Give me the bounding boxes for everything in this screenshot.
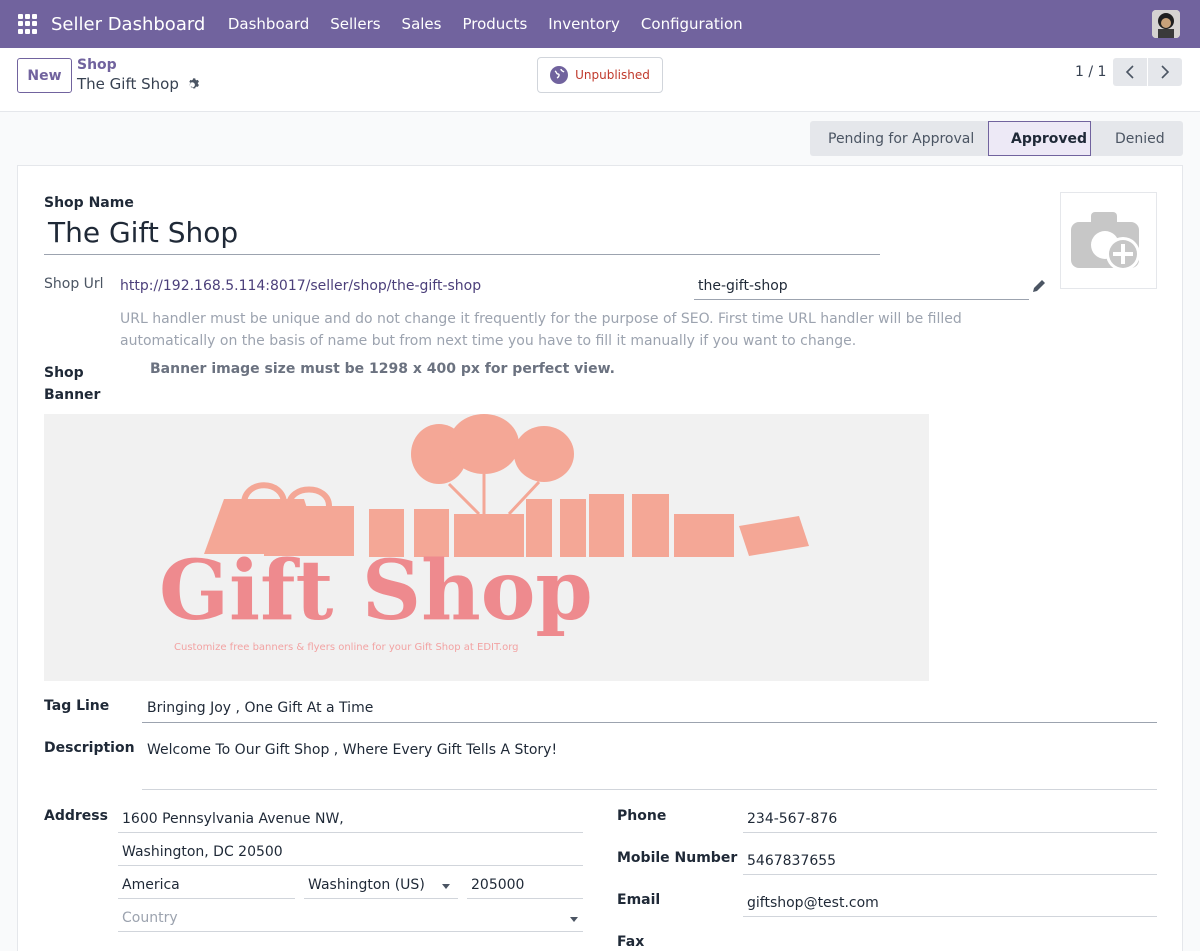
shop-banner-label: Shop Banner	[44, 365, 101, 403]
phone-label: Phone	[617, 808, 667, 824]
description-underline	[142, 789, 1157, 790]
tag-line-underline	[142, 722, 1157, 723]
zip-underline	[467, 898, 583, 899]
email-underline	[743, 916, 1157, 917]
app-title[interactable]: Seller Dashboard	[51, 14, 205, 35]
breadcrumb-parent[interactable]: Shop	[77, 57, 117, 73]
nav-products[interactable]: Products	[452, 15, 538, 33]
pencil-icon[interactable]	[1031, 278, 1047, 294]
city-input[interactable]: America	[122, 877, 180, 893]
shop-banner-image[interactable]: Gift Shop Customize free banners & flyer…	[44, 414, 929, 681]
description-label: Description	[44, 740, 135, 756]
state-dropdown-icon[interactable]	[442, 884, 450, 889]
shop-name-underline	[44, 254, 880, 255]
stage-denied[interactable]: Denied	[1091, 121, 1183, 156]
fax-label: Fax	[617, 934, 645, 950]
pager-next-button[interactable]	[1148, 58, 1182, 86]
street2-input[interactable]: Washington, DC 20500	[122, 844, 283, 860]
country-underline	[118, 931, 583, 932]
street-input[interactable]: 1600 Pennsylvania Avenue NW,	[122, 811, 344, 827]
address-label: Address	[44, 808, 108, 824]
shop-url-link[interactable]: http://192.168.5.114:8017/seller/shop/th…	[120, 278, 481, 294]
nav-sellers[interactable]: Sellers	[320, 15, 391, 33]
chevron-right-icon	[1161, 65, 1170, 79]
shop-name-label: Shop Name	[44, 195, 134, 211]
banner-caption: Customize free banners & flyers online f…	[174, 642, 519, 653]
zip-input[interactable]: 205000	[471, 877, 524, 893]
state-select[interactable]: Washington (US)	[308, 877, 425, 893]
publish-toggle-button[interactable]: Unpublished	[537, 57, 663, 93]
nav-sales[interactable]: Sales	[391, 15, 452, 33]
shop-name-input[interactable]: The Gift Shop	[48, 216, 238, 249]
shop-logo-upload[interactable]	[1060, 192, 1157, 289]
country-select[interactable]: Country	[122, 910, 178, 926]
publish-status-label: Unpublished	[575, 68, 650, 82]
banner-help-text: Banner image size must be 1298 x 400 px …	[150, 361, 615, 377]
breadcrumb-current-label: The Gift Shop	[77, 75, 179, 93]
city-underline	[118, 898, 295, 899]
stage-pending[interactable]: Pending for Approval	[810, 121, 988, 156]
apps-grid-icon[interactable]	[18, 14, 38, 34]
url-slug-underline	[694, 299, 1029, 300]
control-panel: New Shop The Gift Shop Unpublished 1 / 1	[0, 48, 1200, 112]
shop-url-label: Shop Url	[44, 276, 104, 292]
tag-line-label: Tag Line	[44, 698, 110, 714]
banner-title: Gift Shop	[159, 543, 593, 639]
street2-underline	[118, 865, 583, 866]
chevron-left-icon	[1125, 65, 1134, 79]
country-dropdown-icon[interactable]	[570, 917, 578, 922]
phone-underline	[743, 832, 1157, 833]
description-input[interactable]: Welcome To Our Gift Shop , Where Every G…	[147, 742, 557, 758]
mobile-input[interactable]: 5467837655	[747, 853, 836, 869]
tag-line-input[interactable]: Bringing Joy , One Gift At a Time	[147, 700, 373, 716]
pager-value[interactable]: 1 / 1	[1075, 64, 1106, 80]
mobile-underline	[743, 874, 1157, 875]
top-navbar: Seller Dashboard Dashboard Sellers Sales…	[0, 0, 1200, 48]
url-slug-input[interactable]: the-gift-shop	[698, 278, 788, 294]
phone-input[interactable]: 234-567-876	[747, 811, 837, 827]
nav-dashboard[interactable]: Dashboard	[217, 15, 319, 33]
street-underline	[118, 832, 583, 833]
pager-previous-button[interactable]	[1113, 58, 1147, 86]
nav-configuration[interactable]: Configuration	[630, 15, 753, 33]
globe-icon	[550, 66, 569, 84]
email-input[interactable]: giftshop@test.com	[747, 895, 879, 911]
new-button[interactable]: New	[17, 58, 72, 93]
gear-icon[interactable]	[187, 77, 201, 91]
user-avatar[interactable]	[1152, 10, 1180, 38]
form-sheet: Shop Name The Gift Shop Shop Url http://…	[17, 165, 1183, 951]
mobile-label: Mobile Number	[617, 850, 738, 866]
nav-inventory[interactable]: Inventory	[538, 15, 631, 33]
breadcrumb-current: The Gift Shop	[77, 75, 201, 93]
status-bar: Pending for Approval Approved Denied	[810, 121, 1183, 156]
add-photo-icon	[1070, 211, 1140, 271]
email-label: Email	[617, 892, 661, 908]
url-help-text: URL handler must be unique and do not ch…	[120, 311, 962, 349]
stage-approved[interactable]: Approved	[988, 121, 1091, 156]
state-underline	[304, 898, 458, 899]
